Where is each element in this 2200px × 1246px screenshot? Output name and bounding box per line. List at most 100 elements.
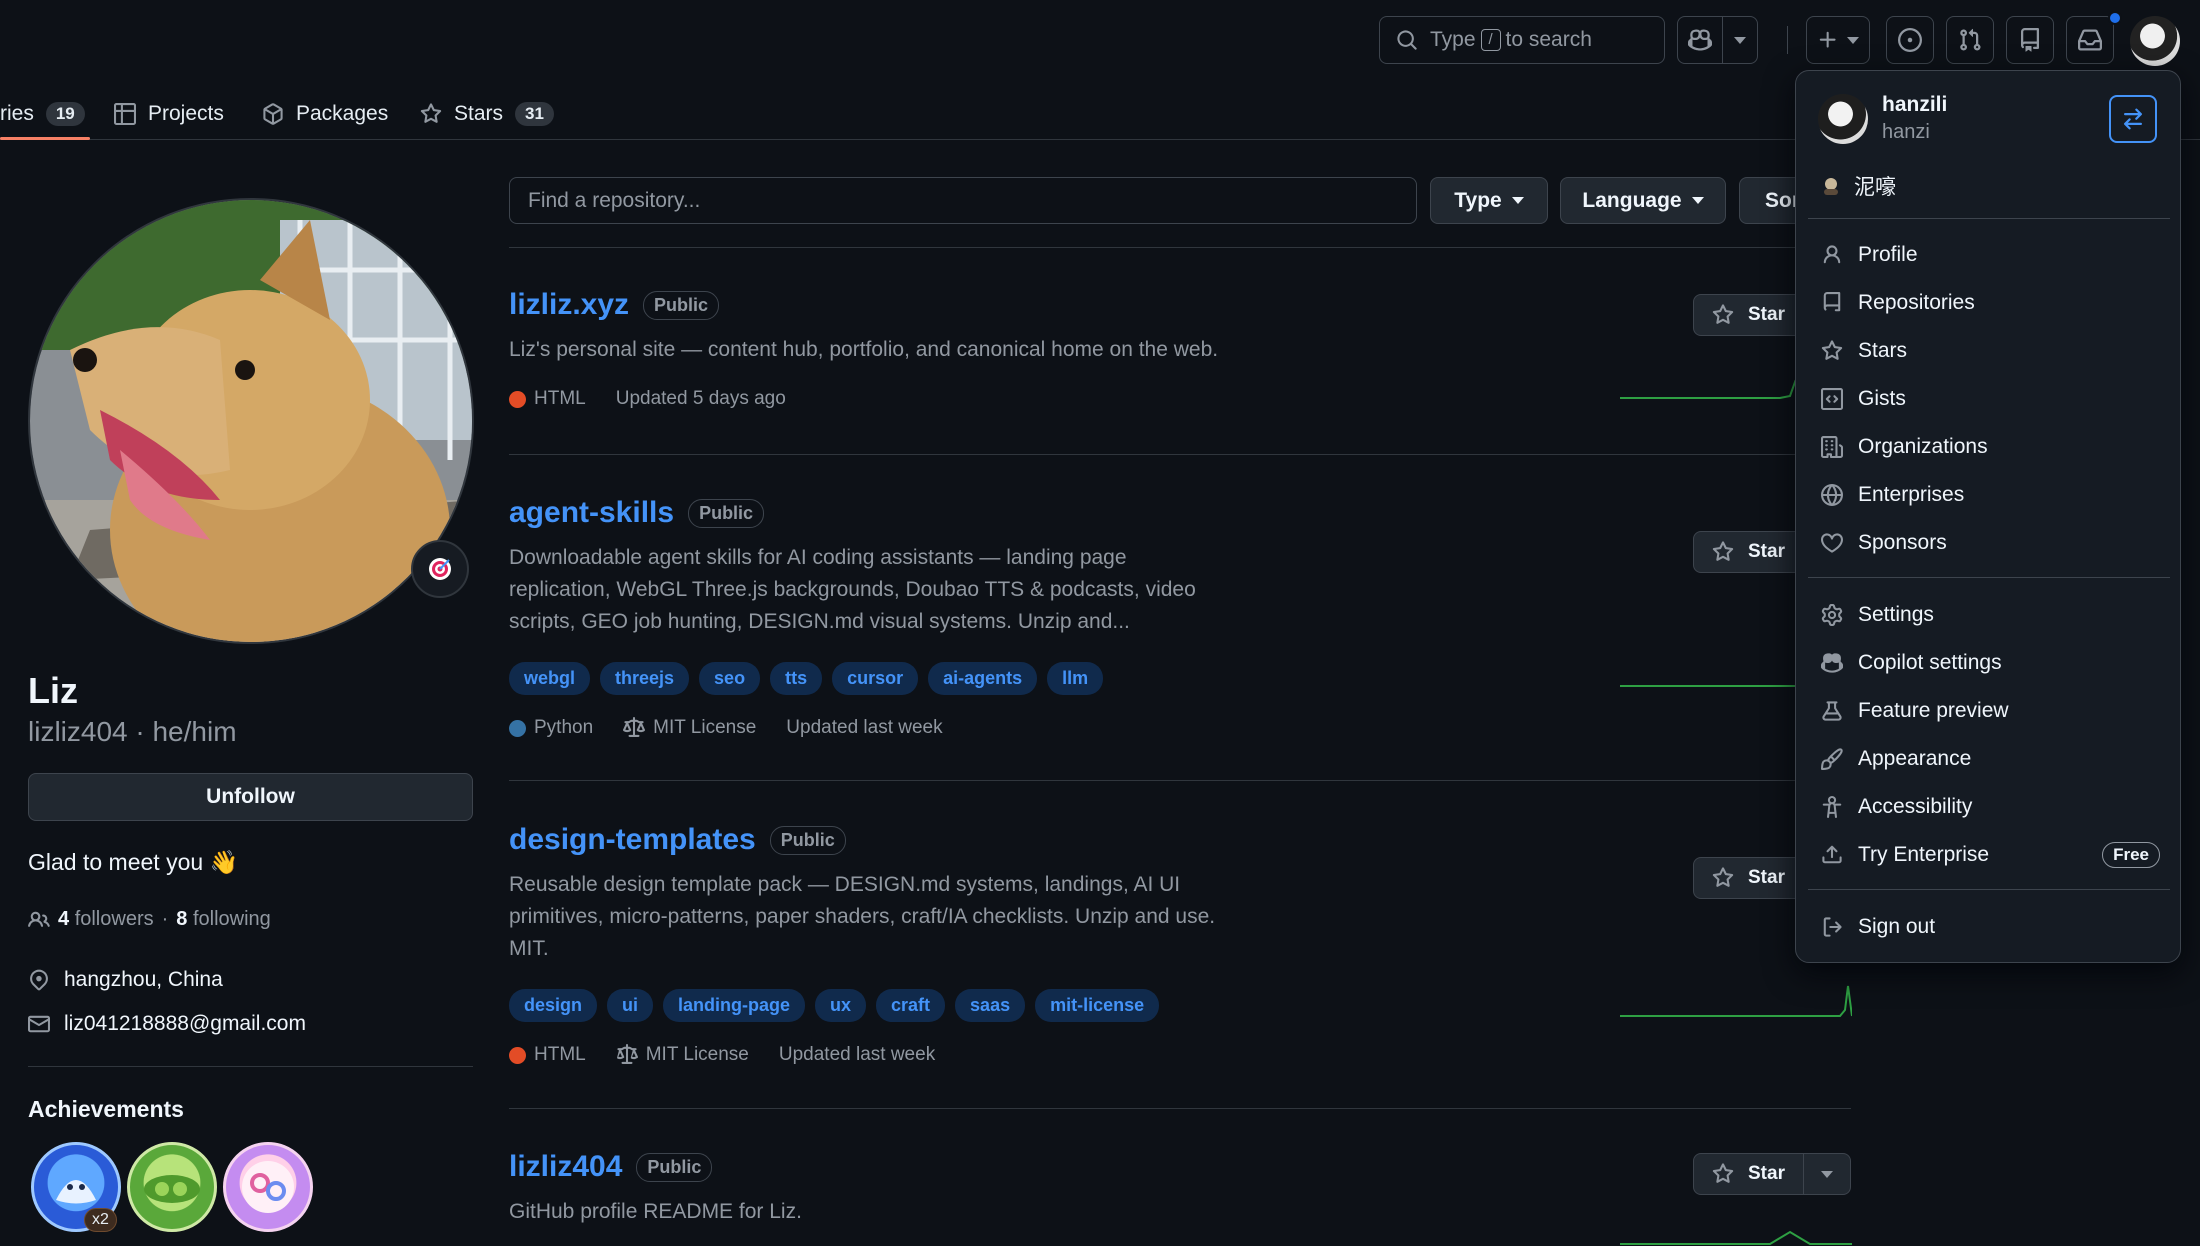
achievement-yolo[interactable] <box>223 1142 313 1232</box>
tab-repositories[interactable]: ries 19 <box>0 88 85 140</box>
repo-description: Liz's personal site — content hub, portf… <box>509 338 1219 361</box>
menu-item-appearance[interactable]: Appearance <box>1820 739 2160 779</box>
star-icon <box>420 103 442 125</box>
create-new-button[interactable] <box>1806 16 1870 64</box>
profile-avatar[interactable] <box>28 198 474 644</box>
menu-item-label: Appearance <box>1858 747 1972 770</box>
profile-email[interactable]: liz041218888@gmail.com <box>28 1012 306 1036</box>
star-list-dropdown[interactable] <box>1802 1154 1850 1194</box>
topic-tag[interactable]: craft <box>876 989 946 1022</box>
switch-account-button[interactable] <box>2109 95 2157 143</box>
topic-tag[interactable]: cursor <box>832 662 919 695</box>
profile-location: hangzhou, China <box>28 968 223 992</box>
topic-tag[interactable]: tts <box>770 662 823 695</box>
tab-count: 19 <box>45 102 85 126</box>
menu-item-label: Stars <box>1858 339 1908 362</box>
tab-label: Stars <box>454 102 504 125</box>
type-filter-button[interactable]: Type <box>1430 177 1548 224</box>
inbox-button[interactable] <box>2066 16 2114 64</box>
pull-requests-button[interactable] <box>1946 16 1994 64</box>
topic-tag[interactable]: threejs <box>600 662 690 695</box>
menu-status-item[interactable]: 泥嚎 <box>1820 171 1896 201</box>
menu-item-try-enterprise[interactable]: Try Enterprise Free <box>1820 835 2160 875</box>
repo-updated: Updated last week <box>778 1044 936 1065</box>
menu-item-label: Accessibility <box>1858 795 1973 818</box>
repo-name-link[interactable]: lizliz404 <box>509 1150 622 1184</box>
menu-item-organizations[interactable]: Organizations <box>1820 427 2160 467</box>
menu-item-sponsors[interactable]: Sponsors <box>1820 523 2160 563</box>
global-search[interactable]: Type / to search <box>1379 16 1665 64</box>
repo-name-link[interactable]: design-templates <box>509 823 756 857</box>
menu-item-copilot-settings[interactable]: Copilot settings <box>1820 643 2160 683</box>
peapod-icon <box>144 1175 200 1203</box>
repo-language: Python <box>509 717 593 739</box>
copilot-dropdown-button[interactable] <box>1722 16 1758 64</box>
find-repository-input[interactable] <box>509 177 1417 224</box>
visibility-badge: Public <box>769 825 846 855</box>
star-button-group[interactable]: Star <box>1693 1153 1851 1195</box>
license-name: MIT License <box>653 717 757 738</box>
achievement-pair-extraordinaire[interactable] <box>127 1142 217 1232</box>
language-color-dot <box>509 1046 526 1064</box>
star-label: Star <box>1748 867 1785 888</box>
menu-item-label: Gists <box>1858 387 1906 410</box>
menu-item-enterprises[interactable]: Enterprises <box>1820 475 2160 515</box>
language-filter-button[interactable]: Language <box>1560 177 1726 224</box>
topic-tag[interactable]: llm <box>1047 662 1104 695</box>
paintbrush-icon <box>1820 747 1844 771</box>
repositories-button[interactable] <box>2006 16 2054 64</box>
topic-tag[interactable]: ai-agents <box>928 662 1038 695</box>
repo-language: HTML <box>509 1044 586 1066</box>
location-text: hangzhou, China <box>64 968 223 991</box>
status-emoji-button[interactable] <box>411 540 469 598</box>
topic-tag[interactable]: mit-license <box>1035 989 1160 1022</box>
repo-name-link[interactable]: lizliz.xyz <box>509 288 629 322</box>
tab-projects[interactable]: Projects <box>114 88 224 140</box>
followers-link[interactable]: 4 followers <box>58 908 154 931</box>
upload-icon <box>1820 843 1844 867</box>
menu-item-settings[interactable]: Settings <box>1820 595 2160 635</box>
triangle-down-icon <box>1734 36 1746 44</box>
repo-icon <box>1820 291 1844 315</box>
topic-tag[interactable]: ux <box>815 989 867 1022</box>
language-color-dot <box>509 390 526 408</box>
tab-stars[interactable]: Stars 31 <box>420 88 554 140</box>
topic-tag[interactable]: webgl <box>509 662 591 695</box>
following-link[interactable]: 8 following <box>176 908 271 931</box>
topic-tag[interactable]: ui <box>607 989 654 1022</box>
issues-button[interactable] <box>1886 16 1934 64</box>
topic-tag[interactable]: seo <box>699 662 761 695</box>
repo-description: Reusable design template pack — DESIGN.m… <box>509 873 1216 960</box>
repo-name-link[interactable]: agent-skills <box>509 496 674 530</box>
menu-item-label: Enterprises <box>1858 483 1965 506</box>
menu-item-feature-preview[interactable]: Feature preview <box>1820 691 2160 731</box>
git-pull-request-icon <box>1958 28 1982 52</box>
user-avatar-button[interactable] <box>2130 16 2180 66</box>
menu-divider <box>1808 218 2170 219</box>
dog-photo <box>30 200 472 642</box>
menu-item-gists[interactable]: Gists <box>1820 379 2160 419</box>
menu-item-profile[interactable]: Profile <box>1820 235 2160 275</box>
star-icon <box>1712 1163 1734 1185</box>
topic-tag[interactable]: landing-page <box>663 989 806 1022</box>
tab-packages[interactable]: Packages <box>262 88 388 140</box>
unfollow-button[interactable]: Unfollow <box>28 773 473 821</box>
inbox-icon <box>2078 28 2102 52</box>
person-icon <box>1820 243 1844 267</box>
package-icon <box>262 103 284 125</box>
tab-label: ries <box>0 102 34 125</box>
menu-item-repositories[interactable]: Repositories <box>1820 283 2160 323</box>
location-icon <box>28 969 50 991</box>
copilot-button[interactable] <box>1677 16 1723 64</box>
accessibility-icon <box>1820 795 1844 819</box>
visibility-badge: Public <box>688 498 765 528</box>
topic-tag[interactable]: design <box>509 989 598 1022</box>
followers-label: followers <box>74 908 154 930</box>
menu-item-accessibility[interactable]: Accessibility <box>1820 787 2160 827</box>
star-button[interactable]: Star <box>1694 1154 1803 1194</box>
menu-divider <box>1808 889 2170 890</box>
menu-item-sign-out[interactable]: Sign out <box>1820 907 2160 947</box>
menu-item-stars[interactable]: Stars <box>1820 331 2160 371</box>
repo-item: lizliz404 Public GitHub profile README f… <box>509 1150 1851 1228</box>
topic-tag[interactable]: saas <box>955 989 1026 1022</box>
